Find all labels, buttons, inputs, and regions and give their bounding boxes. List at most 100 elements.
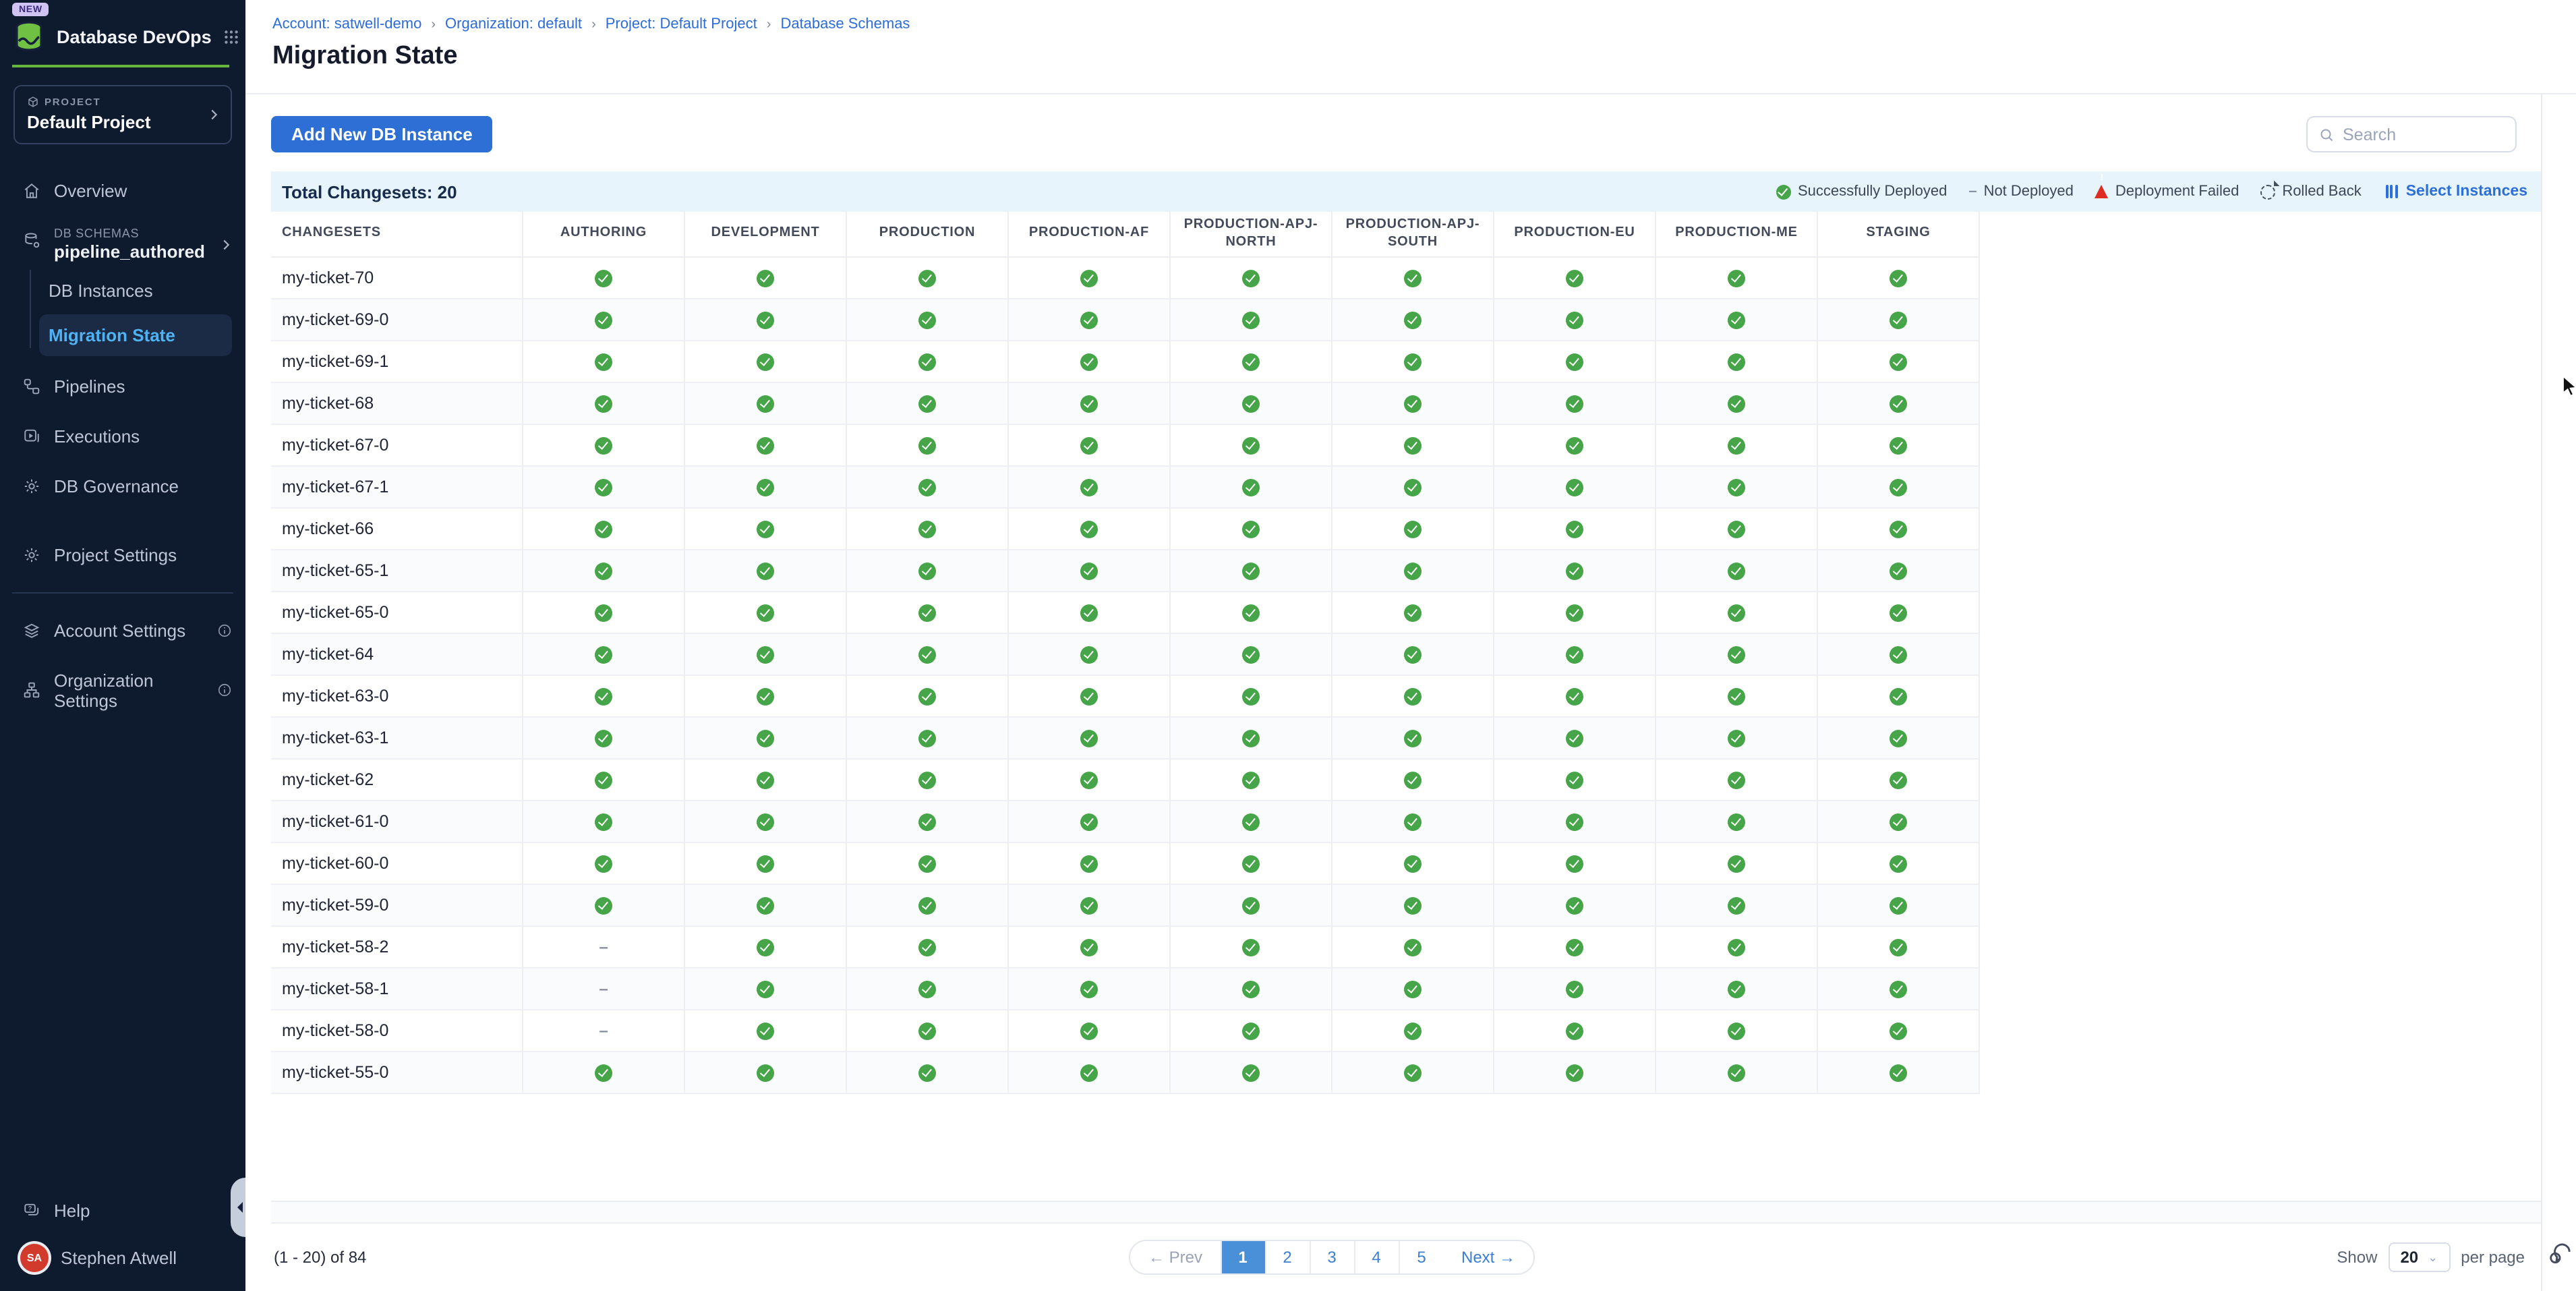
workflow-icon bbox=[23, 377, 40, 395]
status-success-icon bbox=[1728, 353, 1745, 370]
sidebar-item-db-instances[interactable]: DB Instances bbox=[0, 269, 245, 311]
changeset-name[interactable]: my-ticket-58-1 bbox=[271, 969, 523, 1009]
changeset-name[interactable]: my-ticket-62 bbox=[271, 759, 523, 800]
status-cell bbox=[1494, 969, 1656, 1009]
breadcrumb-project-link[interactable]: Project: Default Project bbox=[606, 16, 757, 32]
status-success-icon bbox=[1728, 855, 1745, 872]
status-success-icon bbox=[1080, 478, 1098, 496]
status-cell bbox=[1656, 258, 1818, 298]
search-input[interactable] bbox=[2343, 125, 2505, 144]
search-box[interactable] bbox=[2306, 116, 2517, 152]
page-button-3[interactable]: 3 bbox=[1310, 1241, 1355, 1273]
support-chat-icon[interactable] bbox=[2546, 1241, 2573, 1275]
app-launcher-grid-icon[interactable] bbox=[223, 28, 240, 45]
changeset-name[interactable]: my-ticket-59-0 bbox=[271, 885, 523, 925]
status-cell: – bbox=[523, 969, 685, 1009]
sidebar-item-db-governance[interactable]: DB Governance bbox=[0, 466, 245, 505]
sidebar-item-organization-settings[interactable]: Organization Settings bbox=[0, 660, 245, 720]
sidebar-item-account-settings[interactable]: Account Settings bbox=[0, 610, 245, 650]
status-success-icon bbox=[1242, 1064, 1260, 1081]
changeset-name[interactable]: my-ticket-67-1 bbox=[271, 467, 523, 507]
changeset-name[interactable]: my-ticket-63-0 bbox=[271, 676, 523, 716]
status-cell bbox=[523, 801, 685, 842]
breadcrumb-account-link[interactable]: Account: satwell-demo bbox=[272, 16, 421, 32]
table-row: my-ticket-69-1 bbox=[271, 341, 1980, 383]
status-cell bbox=[1656, 383, 1818, 424]
changeset-name[interactable]: my-ticket-65-0 bbox=[271, 592, 523, 633]
status-success-icon bbox=[1242, 1022, 1260, 1039]
changeset-name[interactable]: my-ticket-63-1 bbox=[271, 718, 523, 758]
status-success-icon bbox=[1242, 646, 1260, 663]
status-cell bbox=[847, 1052, 1009, 1093]
status-success-icon bbox=[757, 478, 774, 496]
sidebar-item-executions[interactable]: Executions bbox=[0, 416, 245, 455]
status-success-icon bbox=[595, 353, 612, 370]
cube-icon bbox=[27, 96, 39, 108]
status-success-icon bbox=[1242, 353, 1260, 370]
page-button-2[interactable]: 2 bbox=[1266, 1241, 1310, 1273]
status-cell bbox=[1494, 592, 1656, 633]
sidebar-item-pipelines[interactable]: Pipelines bbox=[0, 366, 245, 405]
status-success-icon bbox=[918, 604, 936, 621]
sidebar-collapse-handle[interactable] bbox=[231, 1178, 245, 1237]
help-chat-icon: ? bbox=[23, 1202, 40, 1220]
changeset-name[interactable]: my-ticket-55-0 bbox=[271, 1052, 523, 1093]
status-cell bbox=[1333, 467, 1494, 507]
breadcrumb-organization-link[interactable]: Organization: default bbox=[445, 16, 582, 32]
user-menu[interactable]: SA Stephen Atwell bbox=[0, 1230, 245, 1291]
status-cell bbox=[1656, 341, 1818, 382]
status-cell bbox=[1171, 299, 1333, 340]
status-success-icon bbox=[918, 436, 936, 454]
status-cell bbox=[1009, 676, 1171, 716]
sidebar-item-project-settings[interactable]: Project Settings bbox=[0, 535, 245, 574]
legend-label: Successfully Deployed bbox=[1798, 183, 1947, 200]
sidebar-item-migration-state[interactable]: Migration State bbox=[39, 314, 232, 355]
table-row: my-ticket-62 bbox=[271, 759, 1980, 801]
changeset-name[interactable]: my-ticket-60-0 bbox=[271, 843, 523, 884]
status-cell bbox=[1656, 885, 1818, 925]
status-cell bbox=[1494, 1052, 1656, 1093]
rolledback-legend-icon bbox=[2260, 184, 2275, 199]
breadcrumb-database-schemas-link[interactable]: Database Schemas bbox=[780, 16, 910, 32]
page-button-5[interactable]: 5 bbox=[1399, 1241, 1444, 1273]
changeset-name[interactable]: my-ticket-70 bbox=[271, 258, 523, 298]
changeset-name[interactable]: my-ticket-64 bbox=[271, 634, 523, 675]
status-cell bbox=[1656, 1010, 1818, 1051]
changeset-name[interactable]: my-ticket-61-0 bbox=[271, 801, 523, 842]
changeset-name[interactable]: my-ticket-66 bbox=[271, 509, 523, 549]
changeset-name[interactable]: my-ticket-58-0 bbox=[271, 1010, 523, 1051]
next-page-button[interactable]: Next → bbox=[1444, 1241, 1533, 1273]
status-success-icon bbox=[918, 269, 936, 287]
status-cell bbox=[523, 634, 685, 675]
status-cell bbox=[1171, 509, 1333, 549]
status-cell bbox=[1171, 467, 1333, 507]
page-size-select[interactable]: 20 ⌄ bbox=[2388, 1242, 2450, 1272]
changeset-name[interactable]: my-ticket-69-0 bbox=[271, 299, 523, 340]
changeset-name[interactable]: my-ticket-67-0 bbox=[271, 425, 523, 465]
status-cell bbox=[1818, 1052, 1980, 1093]
prev-page-button[interactable]: ← Prev bbox=[1131, 1241, 1221, 1273]
changeset-name[interactable]: my-ticket-68 bbox=[271, 383, 523, 424]
status-success-icon bbox=[1728, 1064, 1745, 1081]
status-success-icon bbox=[918, 771, 936, 788]
changeset-name[interactable]: my-ticket-69-1 bbox=[271, 341, 523, 382]
status-cell bbox=[685, 969, 847, 1009]
status-cell bbox=[1494, 927, 1656, 967]
project-selector[interactable]: PROJECT Default Project bbox=[13, 85, 232, 144]
chevron-right-icon bbox=[206, 107, 221, 122]
sidebar-item-help[interactable]: ? Help bbox=[0, 1191, 245, 1230]
show-label: Show bbox=[2337, 1248, 2377, 1267]
sidebar-item-db-schemas[interactable]: DB SCHEMAS pipeline_authored bbox=[0, 221, 245, 266]
status-cell bbox=[1656, 550, 1818, 591]
status-cell bbox=[685, 676, 847, 716]
page-button-4[interactable]: 4 bbox=[1355, 1241, 1399, 1273]
status-success-icon bbox=[1566, 687, 1583, 705]
changeset-name[interactable]: my-ticket-58-2 bbox=[271, 927, 523, 967]
page-button-1[interactable]: 1 bbox=[1221, 1241, 1266, 1273]
sidebar-item-overview[interactable]: Overview bbox=[0, 171, 245, 210]
select-instances-button[interactable]: Select Instances bbox=[2386, 183, 2527, 200]
per-page-label: per page bbox=[2461, 1248, 2525, 1267]
changeset-name[interactable]: my-ticket-65-1 bbox=[271, 550, 523, 591]
status-success-icon bbox=[1890, 855, 1907, 872]
add-db-instance-button[interactable]: Add New DB Instance bbox=[271, 116, 493, 152]
